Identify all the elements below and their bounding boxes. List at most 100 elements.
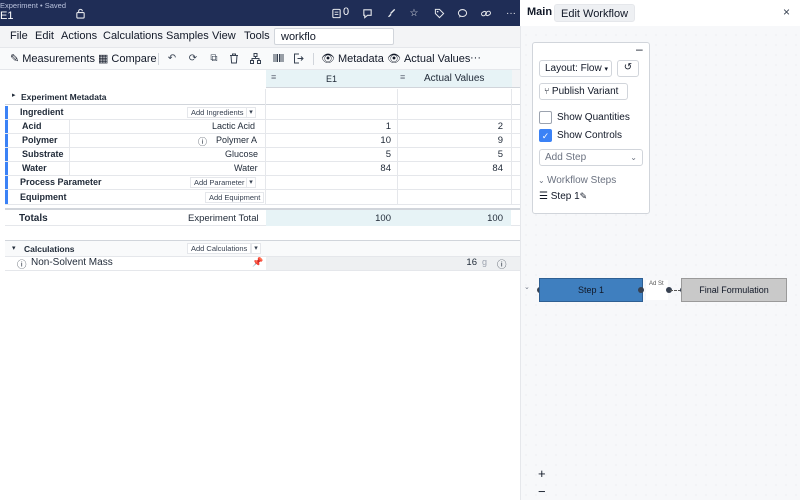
breadcrumb: Experiment • Saved	[0, 1, 66, 10]
workflow-steps-toggle[interactable]: ⌄ Workflow Steps	[538, 175, 616, 186]
info-icon[interactable]: ⓘ	[198, 135, 207, 148]
trash-icon[interactable]	[228, 52, 240, 64]
eye-icon: 👁	[321, 53, 335, 65]
process-parameter-row: Process Parameter Add Parameter ▾	[5, 176, 520, 190]
chevron-down-icon: ⌄	[524, 284, 530, 291]
table-grid-icon: ▦	[98, 53, 109, 65]
table-row[interactable]: Substrate Glucose 5 5	[5, 148, 520, 162]
chevron-down-icon: ▾	[604, 66, 608, 73]
toolbar-divider	[313, 53, 314, 65]
actual-values-button[interactable]: 👁 Actual Values	[387, 52, 470, 66]
add-equipment-button[interactable]: Add Equipment	[205, 192, 265, 203]
menu-actions[interactable]: Actions	[61, 30, 97, 42]
chevron-down-icon: ⌄	[538, 176, 547, 185]
add-parameter-button[interactable]: Add Parameter	[190, 177, 249, 188]
menu-calculations[interactable]: Calculations	[103, 30, 163, 42]
workflow-controls-card: – Layout: Flow ▾ ↺ ⑂ Publish Variant Sho…	[532, 42, 650, 214]
chevron-right-icon[interactable]: ▸	[12, 91, 16, 99]
export-icon[interactable]	[292, 52, 304, 64]
menu-lines-icon: ☰	[539, 191, 551, 202]
workflow-step-item[interactable]: ☰ Step 1✎	[539, 191, 587, 202]
compare-button[interactable]: ▦ Compare	[98, 52, 157, 66]
add-ingredients-button[interactable]: Add Ingredients	[187, 107, 248, 118]
undo-icon[interactable]: ↶	[166, 52, 178, 64]
flow-node-step1[interactable]: Step 1	[539, 278, 643, 302]
chevron-down-icon[interactable]: ▾	[246, 177, 256, 188]
column-header-extra	[512, 70, 520, 88]
edit-pencil-icon: ✎	[579, 191, 588, 201]
eye-icon: 👁	[387, 53, 401, 65]
pencil-icon: ✎	[10, 53, 20, 65]
chevron-down-icon[interactable]: ▾	[246, 107, 256, 118]
hierarchy-icon[interactable]	[249, 52, 261, 64]
paint-brush-icon[interactable]	[384, 6, 398, 20]
chevron-down-icon[interactable]: ▾	[12, 244, 16, 252]
menu-samples[interactable]: Samples	[166, 30, 209, 42]
chevron-down-icon: ⌄	[630, 153, 637, 162]
refresh-icon[interactable]: ⟳	[187, 52, 199, 64]
menu-search-input[interactable]	[274, 28, 394, 45]
table-row[interactable]: Water Water 84 84	[5, 162, 520, 176]
menu-tools[interactable]: Tools	[244, 30, 270, 42]
column-divider	[265, 89, 266, 205]
document-title: E1	[0, 10, 14, 22]
measurements-button[interactable]: ✎ Measurements	[10, 52, 95, 66]
link-icon[interactable]	[479, 6, 493, 20]
zoom-in-button[interactable]: +	[538, 466, 546, 481]
column-header-e1[interactable]: ≡ E1	[266, 70, 398, 88]
close-icon[interactable]: ×	[783, 5, 790, 19]
reset-layout-button[interactable]: ↺	[617, 60, 639, 77]
column-divider	[511, 89, 512, 205]
non-solvent-mass-row[interactable]: ⓘ Non-Solvent Mass 📌 16 g ⓘ	[5, 257, 520, 271]
menu-bar: File Edit Actions Calculations Samples V…	[0, 26, 520, 48]
edge-label: Ad St	[646, 280, 668, 300]
undo-icon: ↺	[623, 62, 633, 73]
add-step-select[interactable]: Add Step ⌄	[539, 149, 643, 166]
totals-row: Totals Experiment Total 100 100	[5, 208, 520, 226]
chevron-down-icon[interactable]: ▾	[251, 243, 261, 254]
notes-icon[interactable]	[329, 6, 343, 20]
tag-icon[interactable]	[432, 6, 446, 20]
tab-edit-workflow[interactable]: Edit Workflow	[554, 4, 636, 22]
pin-icon[interactable]: 📌	[252, 257, 263, 268]
drag-handle-icon[interactable]: ≡	[400, 72, 405, 82]
more-icon[interactable]: ···	[504, 6, 518, 20]
info-icon[interactable]: ⓘ	[17, 257, 27, 271]
layout-select[interactable]: Layout: Flow ▾	[539, 60, 612, 77]
drag-handle-icon[interactable]: ≡	[271, 72, 276, 82]
zoom-out-button[interactable]: −	[538, 484, 546, 499]
share-nodes-icon: ⑂	[544, 86, 552, 96]
calculations-header-row[interactable]: ▾ Calculations Add Calculations ▾	[5, 240, 520, 257]
toolbar: ✎ Measurements ▦ Compare ↶ ⟳ ⧉ 👁 Metadata 👁…	[0, 48, 520, 70]
menu-edit[interactable]: Edit	[35, 30, 54, 42]
column-divider	[397, 89, 398, 205]
info-icon[interactable]: ⓘ	[497, 257, 507, 271]
minimize-icon[interactable]: –	[636, 42, 643, 56]
metadata-button[interactable]: 👁 Metadata	[321, 52, 384, 66]
add-calculations-button[interactable]: Add Calculations	[187, 243, 252, 254]
notes-count: 0	[343, 6, 350, 18]
chat-bubble-icon[interactable]	[360, 6, 374, 20]
column-header-actual-values[interactable]: ≡ Actual Values	[398, 70, 512, 88]
menu-file[interactable]: File	[10, 30, 28, 42]
top-bar: Experiment • Saved E1 0 ☆ ···	[0, 0, 520, 26]
more-options-button[interactable]: ···	[470, 52, 481, 64]
show-controls-checkbox[interactable]: ✓	[539, 129, 552, 142]
experiment-metadata-row[interactable]: ▸ Experiment Metadata	[5, 89, 520, 105]
node-handle[interactable]	[638, 287, 644, 293]
menu-view[interactable]: View	[212, 30, 236, 42]
lock-icon[interactable]	[73, 6, 87, 20]
ingredient-header-row: Ingredient Add Ingredients ▾	[5, 106, 520, 120]
formulation-table: ≡ E1 ≡ Actual Values ▸ Experiment Metada…	[5, 70, 520, 432]
show-quantities-checkbox[interactable]	[539, 111, 552, 124]
table-row[interactable]: Acid Lactic Acid 1 2	[5, 120, 520, 134]
comment-icon[interactable]	[455, 6, 469, 20]
flow-node-final-formulation[interactable]: Final Formulation	[681, 278, 787, 302]
table-row[interactable]: Polymer ⓘ Polymer A 10 9	[5, 134, 520, 148]
publish-variant-button[interactable]: ⑂ Publish Variant	[539, 83, 628, 100]
barcode-icon[interactable]	[272, 52, 284, 64]
star-icon[interactable]: ☆	[407, 6, 421, 20]
copy-icon[interactable]: ⧉	[208, 52, 220, 64]
tab-main[interactable]: Main	[527, 6, 552, 18]
equipment-row: Equipment Add Equipment	[5, 191, 520, 205]
